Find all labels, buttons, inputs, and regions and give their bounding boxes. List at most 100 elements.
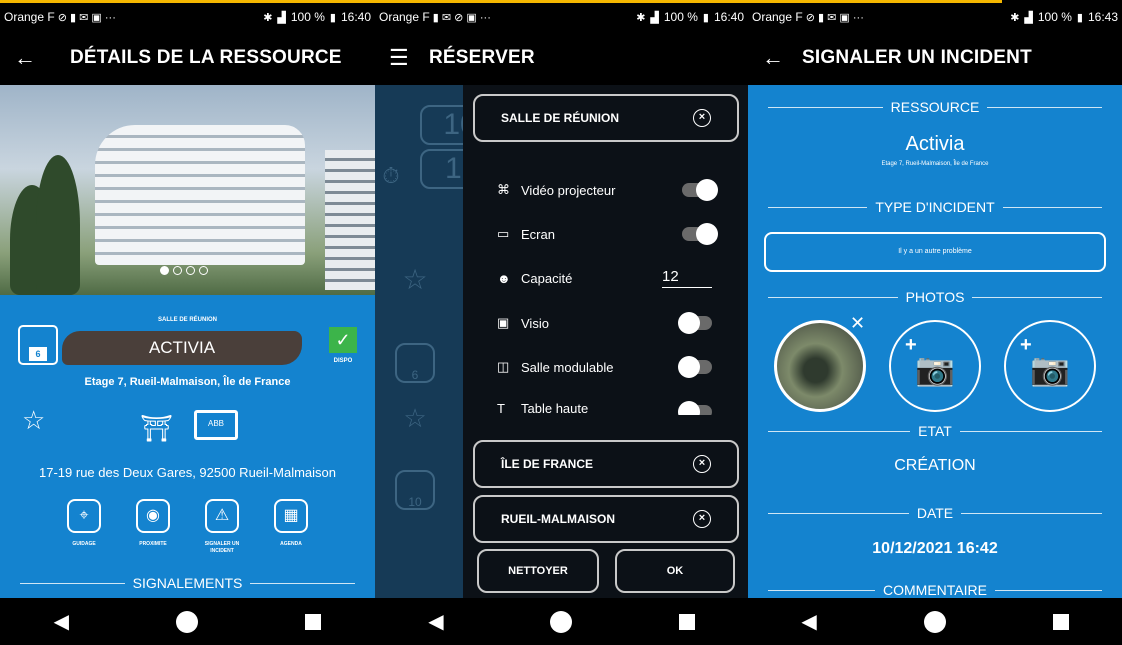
- add-photo-button[interactable]: + 📷: [889, 320, 981, 412]
- action-label: AGENDA: [280, 541, 302, 547]
- carrier-label: Orange F: [752, 10, 803, 24]
- date-value: 10/12/2021 16:42: [872, 540, 998, 557]
- nav-home-icon[interactable]: [550, 610, 573, 633]
- app-bar: ☰ RÉSERVER: [375, 31, 748, 85]
- clear-icon[interactable]: ×: [693, 109, 711, 127]
- signal-icon: ▟: [277, 11, 286, 24]
- action-label: PROXIMITE: [139, 541, 167, 547]
- resource-photo[interactable]: [0, 85, 375, 295]
- clock-label: 16:40: [340, 10, 371, 24]
- monitor-icon: ▭: [497, 226, 510, 241]
- screen-toggle[interactable]: [682, 223, 718, 245]
- building-shape: [325, 150, 375, 290]
- section-resource: RESSOURCE: [768, 99, 1102, 115]
- carousel-dot[interactable]: [160, 266, 169, 275]
- nav-home-icon[interactable]: [923, 610, 946, 633]
- status-bar: Orange F ⊘ ▮ ✉ ▣ ··· ✱ ▟ 100 % ▮ 16:43: [748, 3, 1122, 31]
- status-right: ✱ ▟ 100 % ▮ 16:43: [1010, 10, 1118, 24]
- back-arrow-icon[interactable]: ←: [762, 45, 802, 71]
- nav-recents-icon[interactable]: [678, 613, 695, 630]
- visio-toggle[interactable]: [678, 312, 712, 334]
- option-video-projector: ⌘ Vidéo projecteur: [497, 179, 718, 201]
- option-label: Visio: [521, 315, 549, 331]
- nav-recents-icon[interactable]: [305, 613, 322, 630]
- calendar-icon: 6: [18, 325, 58, 365]
- reserve-screen: Orange F ▮ ✉ ⊘ ▣ ··· ✱ ▟ 100 % ▮ 16:40 ☰…: [375, 0, 748, 645]
- status-bar: Orange F ⊘ ▮ ✉ ▣ ··· ✱ ▟ 100 % ▮ 16:40: [0, 3, 375, 31]
- high-table-toggle[interactable]: [678, 401, 712, 415]
- option-label: Ecran: [521, 226, 555, 242]
- capacity-input[interactable]: 12: [662, 268, 712, 288]
- city-value: RUEIL-MALMAISON: [501, 512, 615, 526]
- guidage-button[interactable]: ⌖ GUIDAGE: [60, 499, 108, 555]
- screens-container: Orange F ⊘ ▮ ✉ ▣ ··· ✱ ▟ 100 % ▮ 16:40 ←…: [0, 0, 1122, 645]
- nav-home-icon[interactable]: [176, 610, 199, 633]
- app-bar: ← DÉTAILS DE LA RESSOURCE: [0, 31, 375, 85]
- video-projector-toggle[interactable]: [682, 179, 718, 201]
- section-comment: COMMENTAIRE: [768, 582, 1102, 598]
- calendar-icon: ▦: [274, 499, 308, 533]
- action-row: ⌖ GUIDAGE ◉ PROXIMITE ⚠ SIGNALER UN INCI…: [60, 499, 315, 555]
- region-filter[interactable]: ÎLE DE FRANCE ×: [473, 440, 739, 488]
- nav-back-icon[interactable]: ◀: [428, 609, 443, 634]
- calendar-day: 6: [29, 347, 47, 361]
- page-title: RÉSERVER: [429, 47, 535, 68]
- resource-floor: Etage 7, Rueil-Malmaison, Île de France: [84, 376, 291, 388]
- modular-room-toggle[interactable]: [678, 356, 712, 378]
- status-icons: ⊘ ▮ ✉ ▣ ···: [802, 11, 864, 24]
- option-label: Vidéo projecteur: [521, 182, 616, 198]
- signal-icon: ▟: [1024, 11, 1033, 24]
- back-arrow-icon[interactable]: ←: [14, 45, 54, 71]
- proximite-button[interactable]: ◉ PROXIMITE: [129, 499, 177, 555]
- calendar-card-icon: 6: [395, 343, 435, 383]
- section-state: ETAT: [768, 423, 1102, 439]
- visio-icon: ▣: [497, 315, 510, 330]
- carousel-dot[interactable]: [186, 266, 195, 275]
- bluetooth-icon: ✱: [1010, 11, 1020, 24]
- ok-button[interactable]: OK: [615, 549, 735, 593]
- option-screen: ▭ Ecran: [497, 223, 718, 245]
- resource-name: Activia: [905, 133, 965, 155]
- nav-back-icon[interactable]: ◀: [801, 609, 816, 634]
- battery-label: 100 %: [1037, 10, 1072, 24]
- signal-icon: ▟: [650, 11, 659, 24]
- tree-shape: [36, 155, 80, 295]
- agenda-button[interactable]: ▦ AGENDA: [267, 499, 315, 555]
- resource-details-screen: Orange F ⊘ ▮ ✉ ▣ ··· ✱ ▟ 100 % ▮ 16:40 ←…: [0, 0, 375, 645]
- page-title: SIGNALER UN INCIDENT: [802, 47, 1032, 68]
- add-photo-button[interactable]: + 📷: [1004, 320, 1096, 412]
- section-state-label: ETAT: [918, 423, 952, 439]
- status-right: ✱ ▟ 100 % ▮ 16:40: [636, 10, 744, 24]
- report-incident-button[interactable]: ⚠ SIGNALER UN INCIDENT: [198, 499, 246, 555]
- clear-filters-button[interactable]: NETTOYER: [477, 549, 599, 593]
- resource-location: Etage 7, Rueil-Malmaison, Île de France: [881, 161, 989, 167]
- remove-photo-icon[interactable]: ✕: [850, 313, 865, 334]
- menu-icon[interactable]: ☰: [389, 45, 429, 71]
- clear-icon[interactable]: ×: [693, 510, 711, 528]
- people-icon: ☻: [497, 270, 511, 286]
- table-icon: ⛩: [140, 413, 174, 443]
- status-bar: Orange F ▮ ✉ ⊘ ▣ ··· ✱ ▟ 100 % ▮ 16:40: [375, 3, 748, 31]
- incident-type-select[interactable]: Il y a un autre problème: [764, 232, 1106, 272]
- section-resource-label: RESSOURCE: [890, 99, 980, 115]
- resource-address: 17-19 rue des Deux Gares, 92500 Rueil-Ma…: [39, 465, 336, 480]
- clear-icon[interactable]: ×: [693, 455, 711, 473]
- option-capacity: ☻ Capacité 12: [497, 268, 712, 288]
- wifi-icon: ◉: [136, 499, 170, 533]
- favorite-star-icon[interactable]: ☆: [22, 405, 45, 436]
- clock-label: 16:43: [1087, 10, 1118, 24]
- resource-type-filter[interactable]: SALLE DE RÉUNION ×: [473, 94, 739, 142]
- resource-name: ACTIVIA: [62, 331, 302, 365]
- city-filter[interactable]: RUEIL-MALMAISON ×: [473, 495, 739, 543]
- carousel-dot[interactable]: [199, 266, 208, 275]
- nav-recents-icon[interactable]: [1052, 613, 1069, 630]
- projector-icon: ⌘: [497, 182, 510, 197]
- nav-back-icon[interactable]: ◀: [54, 609, 69, 634]
- carousel-dots[interactable]: [160, 266, 208, 275]
- carousel-dot[interactable]: [173, 266, 182, 275]
- map-pin-icon: ⌖: [67, 499, 101, 533]
- section-type-label: TYPE D'INCIDENT: [875, 199, 995, 215]
- screen-icon-label: ABB: [207, 419, 224, 428]
- availability-badge: DISPO: [333, 358, 353, 364]
- option-high-table: T Table haute: [497, 401, 712, 415]
